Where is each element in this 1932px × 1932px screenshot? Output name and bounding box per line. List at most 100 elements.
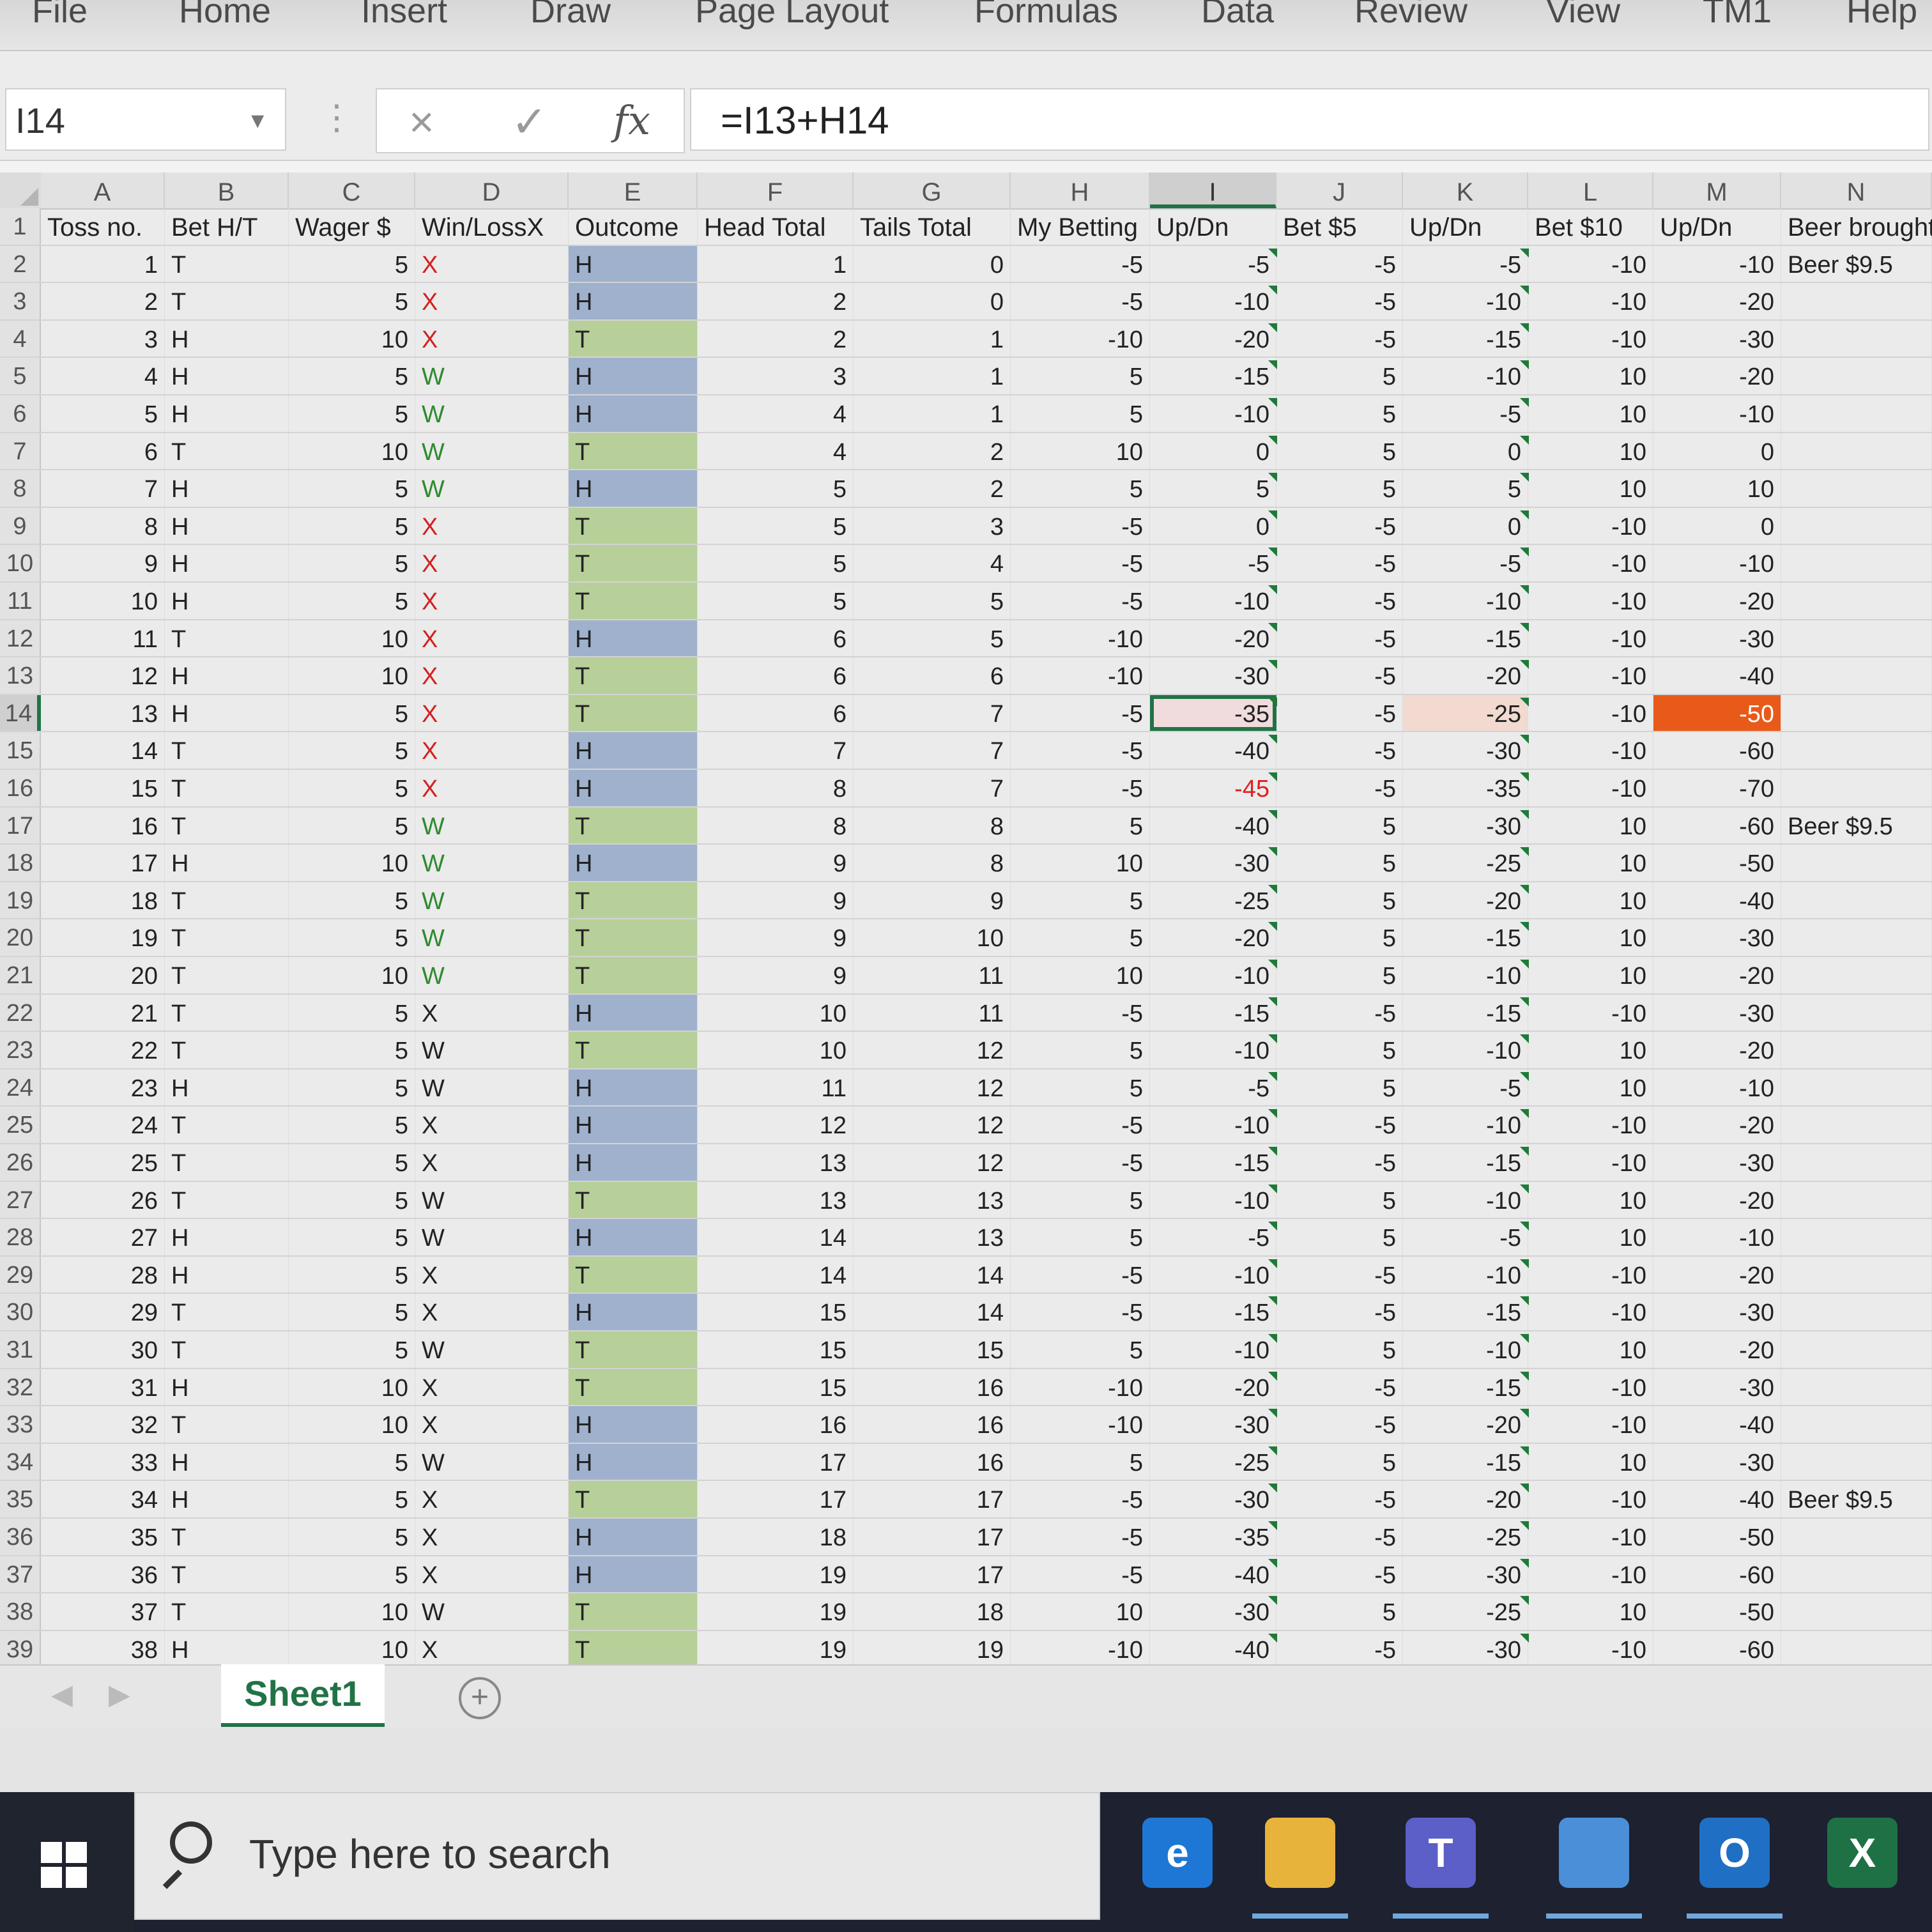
cell-l[interactable]: 10 [1528, 1331, 1653, 1368]
cell-d[interactable]: W [415, 957, 569, 993]
cell-g[interactable]: 10 [854, 919, 1011, 956]
cell-h[interactable]: -10 [1011, 320, 1150, 357]
cell-c[interactable]: 5 [289, 919, 415, 956]
cell-k[interactable]: -15 [1403, 620, 1529, 657]
cell-g[interactable]: 17 [854, 1556, 1011, 1593]
cell-a[interactable]: 28 [41, 1256, 165, 1293]
cell-e[interactable]: T [569, 1032, 698, 1068]
cell-n[interactable] [1781, 470, 1932, 507]
cell-a[interactable]: 5 [41, 395, 165, 432]
cell-f[interactable]: 15 [698, 1331, 854, 1368]
ribbon-tab-insert[interactable]: Insert [361, 0, 447, 31]
cell-f[interactable]: 14 [698, 1256, 854, 1293]
cell-k[interactable]: -30 [1403, 1556, 1529, 1593]
cell-n[interactable] [1781, 1219, 1932, 1255]
cell-d[interactable]: W [415, 1593, 569, 1630]
ribbon-tab-formulas[interactable]: Formulas [974, 0, 1118, 31]
cell-i[interactable]: -10 [1150, 957, 1277, 993]
row-header[interactable]: 16 [0, 770, 41, 806]
cell-l[interactable]: -10 [1528, 1519, 1653, 1555]
photos-icon[interactable] [1559, 1818, 1629, 1888]
cell-n[interactable] [1781, 1294, 1932, 1330]
cell-b[interactable]: T [165, 1294, 289, 1330]
cell-f[interactable]: 12 [698, 1107, 854, 1143]
cell-h[interactable]: 5 [1011, 1219, 1150, 1255]
cell-h[interactable]: -5 [1011, 770, 1150, 806]
cell-b[interactable]: T [165, 882, 289, 919]
cell-l[interactable]: 10 [1528, 807, 1653, 844]
cell-m[interactable]: -30 [1653, 620, 1781, 657]
cell-b[interactable]: H [165, 507, 289, 544]
cell-c[interactable]: 10 [289, 1593, 415, 1630]
cell-k[interactable]: -25 [1403, 694, 1529, 732]
cell-j[interactable]: -5 [1276, 583, 1403, 619]
row-header[interactable]: 13 [0, 657, 41, 694]
cell-d[interactable]: X [415, 1294, 569, 1330]
cell-n[interactable] [1781, 919, 1932, 956]
cell-h[interactable]: 5 [1011, 1032, 1150, 1068]
cell-h[interactable]: 5 [1011, 1443, 1150, 1480]
cell-e[interactable]: H [569, 1519, 698, 1555]
cell-f[interactable]: 6 [698, 694, 854, 732]
cell-g[interactable]: 15 [854, 1331, 1011, 1368]
cell-n[interactable] [1781, 957, 1932, 993]
cell-c[interactable]: 5 [289, 1294, 415, 1330]
cell-j[interactable]: -5 [1276, 657, 1403, 694]
cell-k[interactable]: -5 [1403, 245, 1529, 282]
cell-l[interactable]: -10 [1528, 245, 1653, 282]
cell-b[interactable]: H [165, 1069, 289, 1106]
cell-d[interactable]: W [415, 919, 569, 956]
cell-n[interactable] [1781, 507, 1932, 544]
cell-d[interactable]: X [415, 245, 569, 282]
cell-m[interactable]: -40 [1653, 1481, 1781, 1517]
cell-i[interactable]: -15 [1150, 994, 1277, 1031]
cell-m[interactable]: -10 [1653, 545, 1781, 581]
cell-d[interactable]: X [415, 545, 569, 581]
row-header[interactable]: 31 [0, 1331, 41, 1368]
cell-c[interactable]: 5 [289, 1519, 415, 1555]
cell-k[interactable]: -10 [1403, 957, 1529, 993]
cell-i[interactable]: -10 [1150, 1256, 1277, 1293]
cell-j[interactable]: 5 [1276, 845, 1403, 881]
cell-a[interactable]: 10 [41, 583, 165, 619]
cell-e[interactable]: T [569, 545, 698, 581]
cell-m[interactable]: -40 [1653, 882, 1781, 919]
cell-b[interactable]: T [165, 994, 289, 1031]
cell-n[interactable] [1781, 770, 1932, 806]
cell-b[interactable]: T [165, 620, 289, 657]
cell-n[interactable] [1781, 583, 1932, 619]
cell-l[interactable]: -10 [1528, 283, 1653, 319]
cell-c[interactable]: 5 [289, 732, 415, 769]
header-cell-a[interactable]: Toss no. [41, 208, 165, 245]
cell-i[interactable]: -5 [1150, 545, 1277, 581]
cell-f[interactable]: 4 [698, 395, 854, 432]
cell-j[interactable]: -5 [1276, 1519, 1403, 1555]
cell-g[interactable]: 8 [854, 845, 1011, 881]
cell-m[interactable]: -30 [1653, 1144, 1781, 1181]
row-header[interactable]: 15 [0, 732, 41, 769]
column-header-a[interactable]: A [41, 172, 165, 208]
cell-f[interactable]: 9 [698, 845, 854, 881]
cell-d[interactable]: W [415, 358, 569, 394]
cell-h[interactable]: -5 [1011, 545, 1150, 581]
cell-h[interactable]: 10 [1011, 845, 1150, 881]
header-cell-f[interactable]: Head Total [698, 208, 854, 245]
cell-n[interactable] [1781, 320, 1932, 357]
cell-a[interactable]: 18 [41, 882, 165, 919]
cell-m[interactable]: 10 [1653, 470, 1781, 507]
row-header[interactable]: 29 [0, 1256, 41, 1293]
cell-d[interactable]: X [415, 283, 569, 319]
file-explorer-icon[interactable] [1265, 1818, 1335, 1888]
cell-b[interactable]: H [165, 1481, 289, 1517]
cell-k[interactable]: -10 [1403, 583, 1529, 619]
row-header[interactable]: 5 [0, 358, 41, 394]
column-header-b[interactable]: B [165, 172, 289, 208]
cell-d[interactable]: X [415, 657, 569, 694]
cell-j[interactable]: -5 [1276, 1481, 1403, 1517]
cell-m[interactable]: -50 [1653, 1519, 1781, 1555]
cell-h[interactable]: 10 [1011, 433, 1150, 470]
cell-i[interactable]: -30 [1150, 1406, 1277, 1443]
cell-h[interactable]: -10 [1011, 620, 1150, 657]
cell-a[interactable]: 14 [41, 732, 165, 769]
cell-j[interactable]: -5 [1276, 1294, 1403, 1330]
